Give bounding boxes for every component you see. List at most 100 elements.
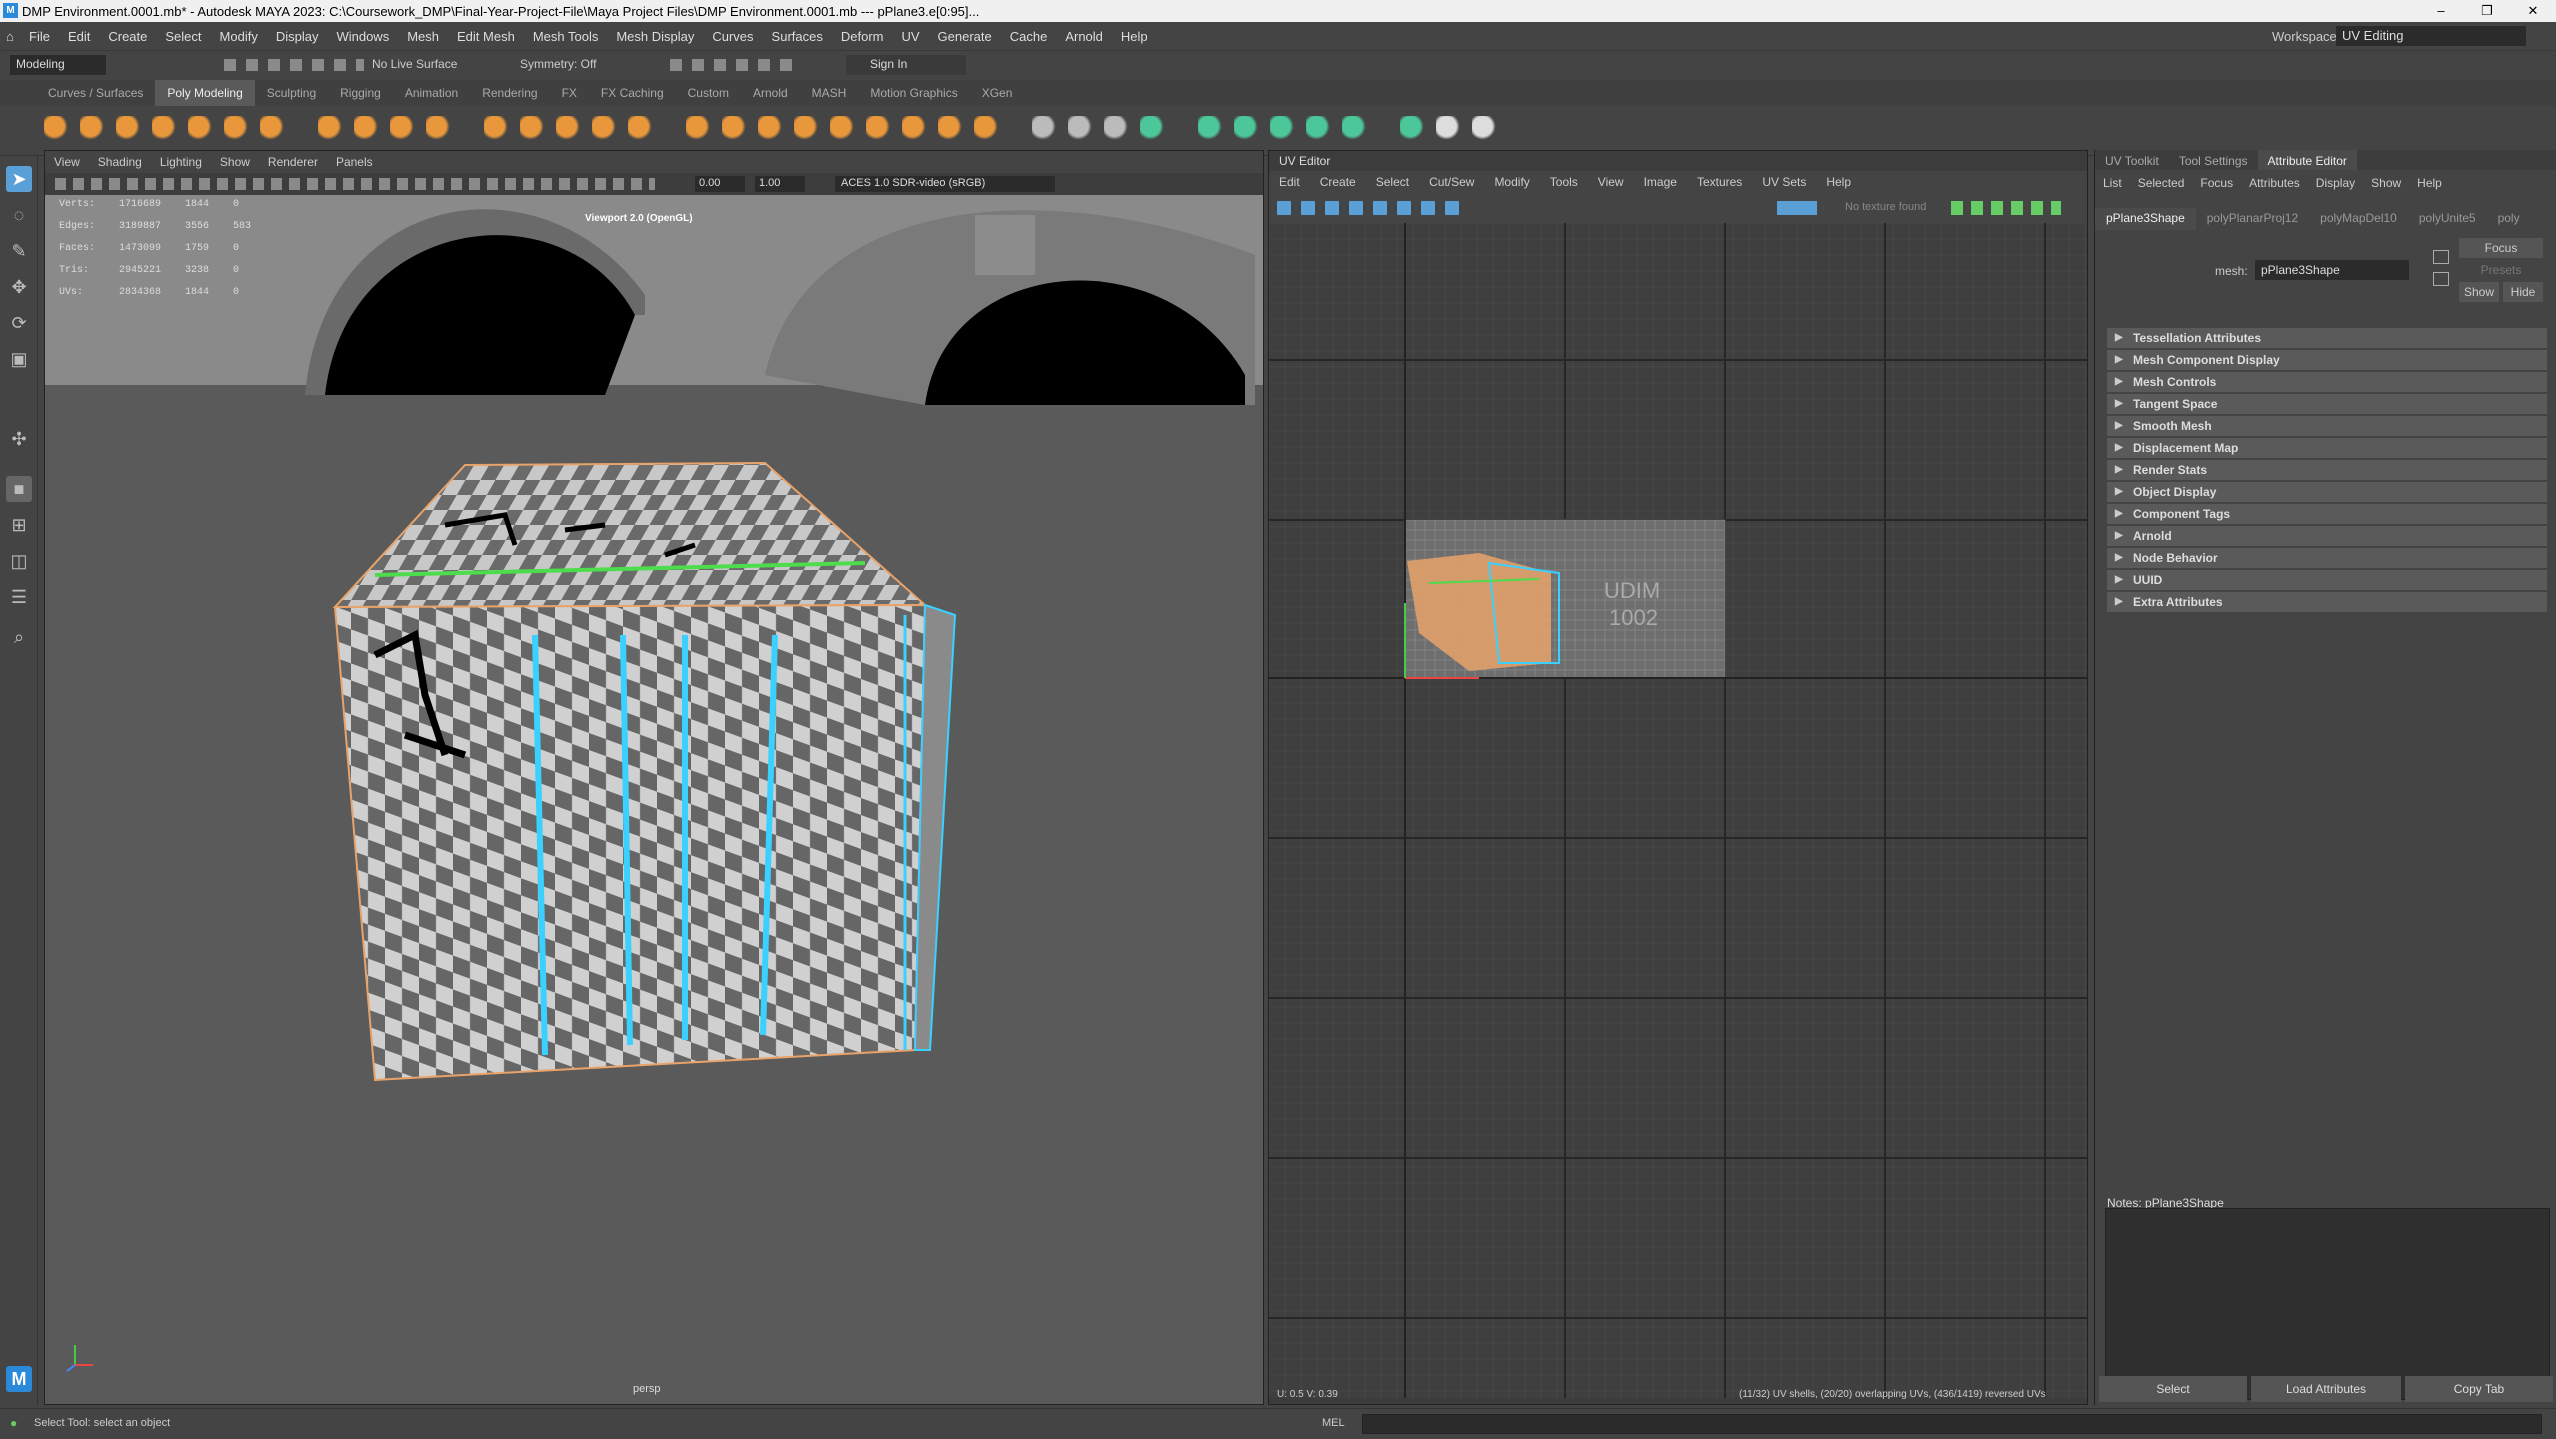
menu-generate[interactable]: Generate (929, 29, 1001, 44)
gamma-field[interactable]: 1.00 (755, 176, 805, 192)
attr-menu-show[interactable]: Show (2363, 176, 2409, 190)
shelf-tab-curves-surfaces[interactable]: Curves / Surfaces (36, 80, 155, 106)
shelf-tab-custom[interactable]: Custom (676, 80, 741, 106)
uv-menu-edit[interactable]: Edit (1269, 175, 1310, 189)
unfold-icon[interactable] (1306, 116, 1332, 142)
cube-icon[interactable] (80, 116, 106, 142)
viewport-menu-show[interactable]: Show (211, 155, 259, 169)
menu-windows[interactable]: Windows (327, 29, 398, 44)
last-tool-icon[interactable]: ✣ (6, 426, 32, 452)
menu-surfaces[interactable]: Surfaces (763, 29, 832, 44)
workspace-dropdown[interactable]: UV Editing (2336, 26, 2526, 46)
merge-icon[interactable] (758, 116, 784, 142)
menu-modify[interactable]: Modify (211, 29, 267, 44)
presets-button[interactable]: Presets (2459, 260, 2543, 280)
shelf-tab-fx-caching[interactable]: FX Caching (589, 80, 676, 106)
load-attributes-button[interactable]: Load Attributes (2251, 1376, 2401, 1402)
menu-help[interactable]: Help (1112, 29, 1157, 44)
uv-menu-cut-sew[interactable]: Cut/Sew (1419, 175, 1484, 189)
expand-arrow-icon[interactable]: ▶ (2115, 526, 2123, 546)
mel-label[interactable]: MEL (1322, 1417, 1345, 1429)
attr-menu-attributes[interactable]: Attributes (2241, 176, 2308, 190)
menu-edit[interactable]: Edit (59, 29, 99, 44)
checker-toggle-icon[interactable] (1777, 201, 1817, 215)
uv-menu-textures[interactable]: Textures (1687, 175, 1752, 189)
shelf-tab-fx[interactable]: FX (550, 80, 589, 106)
uv-menu-uv-sets[interactable]: UV Sets (1752, 175, 1816, 189)
viewport-menu-lighting[interactable]: Lighting (151, 155, 211, 169)
attr-menu-display[interactable]: Display (2308, 176, 2363, 190)
append-icon[interactable] (938, 116, 964, 142)
section-smooth-mesh[interactable]: ▶ Smooth Mesh (2107, 416, 2547, 436)
two-pane-layout-icon[interactable]: ◫ (6, 548, 32, 574)
move-tool-icon[interactable]: ✥ (6, 274, 32, 300)
minimize-button[interactable]: – (2418, 0, 2464, 22)
section-tangent-space[interactable]: ▶ Tangent Space (2107, 394, 2547, 414)
mirror-icon[interactable] (592, 116, 618, 142)
attr-menu-selected[interactable]: Selected (2130, 176, 2193, 190)
layout-icon[interactable] (1342, 116, 1368, 142)
section-object-display[interactable]: ▶ Object Display (2107, 482, 2547, 502)
shelf-tab-motion-graphics[interactable]: Motion Graphics (858, 80, 969, 106)
mesh-name-field[interactable]: pPlane3Shape (2255, 260, 2409, 280)
tab-uv-toolkit[interactable]: UV Toolkit (2095, 150, 2169, 170)
expand-arrow-icon[interactable]: ▶ (2115, 460, 2123, 480)
node-tab-polyunite5[interactable]: polyUnite5 (2408, 208, 2487, 230)
maximize-button[interactable]: ❐ (2464, 0, 2510, 22)
extract-icon[interactable] (484, 116, 510, 142)
sphere-icon[interactable] (44, 116, 70, 142)
straighten-icon[interactable] (1400, 116, 1426, 142)
uv-menu-tools[interactable]: Tools (1540, 175, 1588, 189)
separate-icon[interactable] (426, 116, 452, 142)
focus-button[interactable]: Focus (2459, 238, 2543, 258)
uv-menu-image[interactable]: Image (1634, 175, 1687, 189)
notes-field[interactable] (2105, 1208, 2550, 1400)
extrude-icon[interactable] (722, 116, 748, 142)
wedge-icon[interactable] (974, 116, 1000, 142)
single-perspective-layout-icon[interactable]: ■ (6, 476, 32, 502)
section-tessellation-attributes[interactable]: ▶ Tessellation Attributes (2107, 328, 2547, 348)
expand-arrow-icon[interactable]: ▶ (2115, 328, 2123, 348)
menu-cache[interactable]: Cache (1001, 29, 1057, 44)
shelf-tab-mash[interactable]: MASH (800, 80, 859, 106)
render-icons[interactable] (670, 59, 800, 71)
select-tool-icon[interactable]: ➤ (6, 166, 32, 192)
bridge-icon[interactable] (686, 116, 712, 142)
scale-tool-icon[interactable]: ▣ (6, 346, 32, 372)
bevel-icon[interactable] (628, 116, 654, 142)
copy-node-icon[interactable] (2433, 272, 2449, 286)
menu-uv[interactable]: UV (892, 29, 928, 44)
expand-arrow-icon[interactable]: ▶ (2115, 482, 2123, 502)
platonic-icon[interactable] (318, 116, 344, 142)
section-arnold[interactable]: ▶ Arnold (2107, 526, 2547, 546)
uv-grid-canvas[interactable]: UDIM 1002 (1269, 223, 2088, 1398)
four-view-layout-icon[interactable]: ⊞ (6, 512, 32, 538)
viewport-menu-shading[interactable]: Shading (89, 155, 151, 169)
hide-button[interactable]: Hide (2503, 282, 2543, 302)
home-icon[interactable]: ⌂ (6, 29, 20, 44)
section-mesh-component-display[interactable]: ▶ Mesh Component Display (2107, 350, 2547, 370)
multi-cut-icon[interactable] (794, 116, 820, 142)
uv-display-icons[interactable] (1277, 201, 1467, 215)
selection-mask-icons[interactable] (224, 59, 364, 71)
uv-menu-view[interactable]: View (1588, 175, 1634, 189)
copy-tab-button[interactable]: Copy Tab (2405, 1376, 2553, 1402)
uv-menu-select[interactable]: Select (1366, 175, 1419, 189)
node-tab-polymapdel10[interactable]: polyMapDel10 (2309, 208, 2408, 230)
menu-display[interactable]: Display (267, 29, 328, 44)
node-tab-polyplanarproj12[interactable]: polyPlanarProj12 (2196, 208, 2309, 230)
viewport-menu-view[interactable]: View (45, 155, 89, 169)
menu-arnold[interactable]: Arnold (1056, 29, 1112, 44)
uv-menu-create[interactable]: Create (1310, 175, 1366, 189)
uv-menu-help[interactable]: Help (1816, 175, 1861, 189)
section-node-behavior[interactable]: ▶ Node Behavior (2107, 548, 2547, 568)
shelf-tab-arnold[interactable]: Arnold (741, 80, 800, 106)
shelf-tab-rendering[interactable]: Rendering (470, 80, 549, 106)
select-node-icon[interactable] (2433, 250, 2449, 264)
cut-uv-icon[interactable] (1234, 116, 1260, 142)
shelf-tab-rigging[interactable]: Rigging (328, 80, 393, 106)
paint-select-icon[interactable]: ✎ (6, 238, 32, 264)
node-tab-poly[interactable]: poly (2487, 208, 2531, 230)
sculpt-icon[interactable] (1068, 116, 1094, 142)
circularize-icon[interactable] (1032, 116, 1058, 142)
